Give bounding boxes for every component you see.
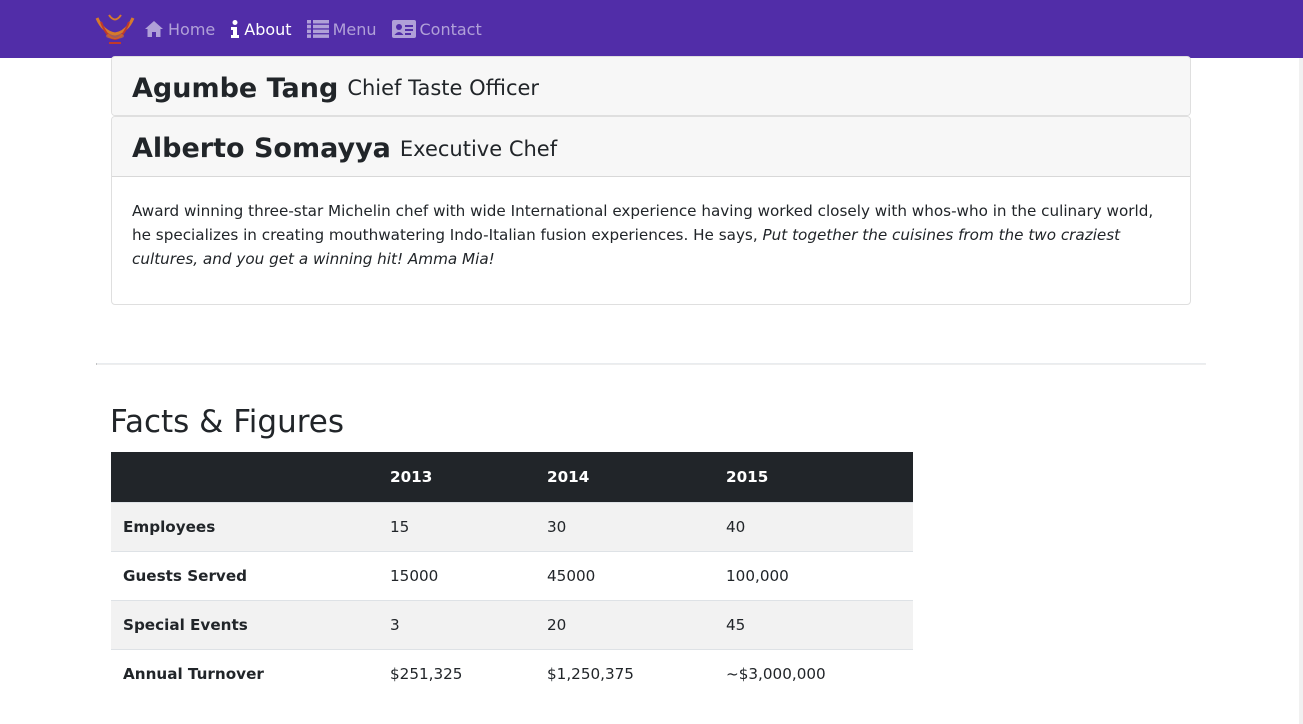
leader-card-alberto: Alberto Somayya Executive Chef Award win…: [111, 116, 1191, 305]
table-cell: $1,250,375: [547, 664, 634, 683]
facts-table-head: 2013 2014 2015: [111, 452, 913, 502]
leader-name: Alberto Somayya: [132, 133, 391, 164]
table-cell: 45: [726, 615, 746, 634]
leader-card-agumbe: Agumbe Tang Chief Taste Officer: [111, 56, 1191, 116]
section-divider: [96, 363, 1206, 365]
table-cell: 30: [547, 517, 567, 536]
table-cell: 15000: [390, 566, 439, 585]
nav-menu-label: Menu: [332, 19, 377, 39]
leader-role: Executive Chef: [399, 136, 558, 161]
table-row: Special Events 3 20 45: [111, 600, 913, 649]
row-label: Annual Turnover: [123, 664, 264, 683]
table-cell: 45000: [547, 566, 596, 585]
facts-table-body: Employees 15 30 40 Guests Served 15000 4…: [111, 502, 913, 698]
nav-menu-link[interactable]: Menu: [306, 19, 377, 39]
leader-name: Agumbe Tang: [132, 72, 339, 104]
page-scrollbar[interactable]: [1299, 58, 1303, 724]
table-cell: 100,000: [726, 566, 789, 585]
row-label: Employees: [123, 517, 216, 536]
list-icon: [306, 20, 329, 38]
brand-logo[interactable]: [95, 12, 135, 46]
table-cell: $251,325: [390, 664, 463, 683]
home-icon: [144, 20, 164, 38]
address-card-icon: [391, 20, 416, 38]
table-row: Annual Turnover $251,325 $1,250,375 ~$3,…: [111, 649, 913, 698]
table-header-cell: 2015: [726, 467, 769, 486]
nav-about-link[interactable]: About: [230, 19, 292, 39]
table-cell: 40: [726, 517, 746, 536]
leader-role: Chief Taste Officer: [347, 76, 540, 100]
table-cell: ~$3,000,000: [726, 664, 826, 683]
nav-home-label: Home: [168, 19, 216, 39]
nav-contact-label: Contact: [419, 19, 482, 39]
leader-bio: Award winning three-star Michelin chef w…: [112, 177, 1190, 271]
table-header-cell: 2013: [390, 467, 433, 486]
table-header-row: 2013 2014 2015: [111, 452, 913, 502]
nav-items: Home About Menu Contact: [144, 0, 497, 58]
nav-contact-link[interactable]: Contact: [391, 19, 482, 39]
info-icon: [230, 20, 240, 38]
table-row: Employees 15 30 40: [111, 502, 913, 551]
table-cell: 20: [547, 615, 567, 634]
table-row: Guests Served 15000 45000 100,000: [111, 551, 913, 600]
nav-home-link[interactable]: Home: [144, 20, 215, 39]
table-cell: 15: [390, 517, 410, 536]
table-header-cell: 2014: [547, 467, 590, 486]
facts-title: Facts & Figures: [110, 404, 345, 440]
row-label: Guests Served: [123, 566, 248, 585]
navbar: Home About Menu Contact: [0, 0, 1303, 58]
table-header-cell: [111, 452, 378, 502]
facts-table: 2013 2014 2015 Employees 15 30 40 Guests…: [111, 452, 913, 698]
leader-card-header[interactable]: Agumbe Tang Chief Taste Officer: [112, 57, 1190, 115]
leader-card-header[interactable]: Alberto Somayya Executive Chef: [112, 117, 1190, 177]
nav-about-label: About: [244, 19, 292, 39]
row-label: Special Events: [123, 615, 248, 634]
table-cell: 3: [390, 615, 400, 634]
